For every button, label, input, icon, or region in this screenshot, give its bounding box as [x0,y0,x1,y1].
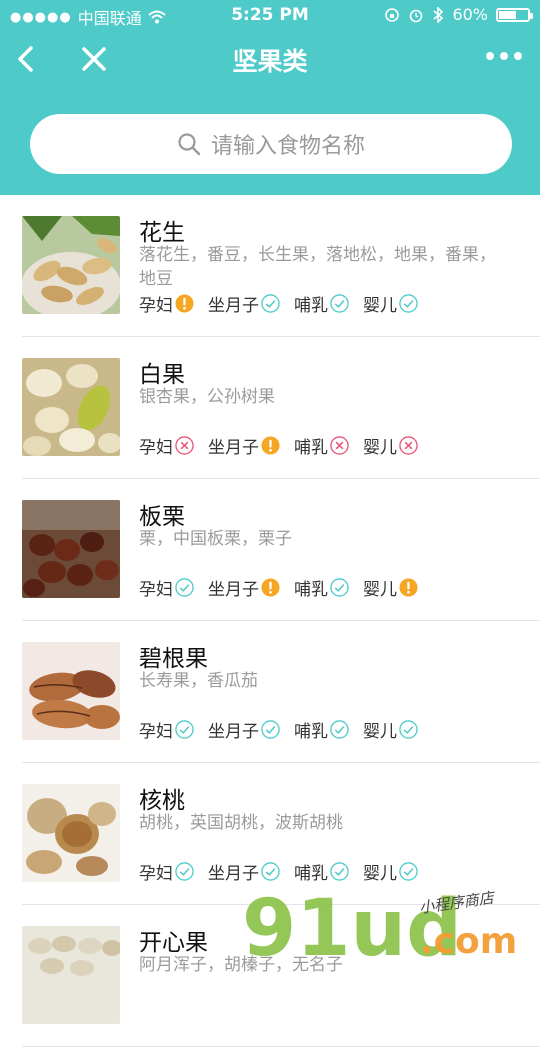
tag-infant: 婴儿 [363,291,418,316]
food-name: 花生 [139,220,185,246]
tag-pregnant: 孕妇 [139,433,194,458]
check-icon [175,578,194,597]
tag-postpartum: 坐月子 [208,859,280,884]
tag-nursing: 哺乳 [294,575,349,600]
bluetooth-icon [433,6,444,23]
tag-postpartum: 坐月子 [208,433,280,458]
suitability-tags: 孕妇 坐月子 哺乳 婴儿 [139,575,418,600]
close-icon[interactable] [80,44,108,74]
check-icon [330,862,349,881]
check-icon [330,720,349,739]
suitability-tags: 孕妇 坐月子 哺乳 婴儿 [139,859,418,884]
suitability-tags: 孕妇 坐月子 哺乳 婴儿 [139,433,418,458]
tag-infant: 婴儿 [363,575,418,600]
food-alias: 阿月浑子，胡榛子，无名子 [139,955,343,975]
caution-icon [261,578,280,597]
food-name: 核桃 [139,788,185,814]
status-bar: ●●●●● 中国联通 5:25 PM 60% [0,0,540,30]
check-icon [399,720,418,739]
chestnut-image [22,500,120,598]
food-name: 板栗 [139,504,185,530]
ginkgo-image [22,358,120,456]
food-item-pistachio[interactable]: 开心果 阿月浑子，胡榛子，无名子 [22,905,540,1047]
food-name: 开心果 [139,930,208,956]
battery-icon [496,7,533,22]
food-name: 白果 [139,362,185,388]
tag-nursing: 哺乳 [294,291,349,316]
food-item-walnut[interactable]: 核桃 胡桃，英国胡桃，波斯胡桃 孕妇 坐月子 哺乳 婴儿 [22,763,540,905]
tag-pregnant: 孕妇 [139,575,194,600]
tag-postpartum: 坐月子 [208,717,280,742]
cross-icon [175,436,194,455]
check-icon [175,720,194,739]
tag-infant: 婴儿 [363,433,418,458]
caution-icon [261,436,280,455]
food-name: 碧根果 [139,646,208,672]
food-item-chestnut[interactable]: 板栗 栗，中国板栗，栗子 孕妇 坐月子 哺乳 婴儿 [22,479,540,621]
check-icon [330,294,349,313]
suitability-tags: 孕妇 坐月子 哺乳 婴儿 [139,291,418,316]
check-icon [399,294,418,313]
battery-percent: 60% [452,5,488,24]
cross-icon [330,436,349,455]
nav-bar: 坚果类 [0,30,540,90]
caution-icon [399,578,418,597]
tag-postpartum: 坐月子 [208,291,280,316]
food-alias: 长寿果，香瓜茄 [139,671,258,691]
tag-pregnant: 孕妇 [139,717,194,742]
food-alias: 银杏果，公孙树果 [139,387,275,407]
food-item-peanut[interactable]: 花生 落花生，番豆，长生果，落地松，地果，番果，地豆 孕妇 坐月子 哺乳 婴儿 [22,195,540,337]
caution-icon [175,294,194,313]
check-icon [399,862,418,881]
check-icon [175,862,194,881]
search-input[interactable]: 请输入食物名称 [30,114,512,174]
check-icon [261,862,280,881]
cross-icon [399,436,418,455]
pistachio-image [22,926,120,1024]
alarm-icon [410,9,423,22]
more-icon[interactable] [486,52,522,60]
search-placeholder: 请输入食物名称 [210,134,365,159]
walnut-image [22,784,120,882]
tag-pregnant: 孕妇 [139,859,194,884]
peanut-image [22,216,120,314]
food-item-pecan[interactable]: 碧根果 长寿果，香瓜茄 孕妇 坐月子 哺乳 婴儿 [22,621,540,763]
food-alias: 栗，中国板栗，栗子 [139,529,292,549]
orientation-lock-icon [385,7,400,22]
tag-nursing: 哺乳 [294,717,349,742]
check-icon [330,578,349,597]
header-background: ●●●●● 中国联通 5:25 PM 60% 坚果类 请输入食物名称 [0,0,540,195]
tag-postpartum: 坐月子 [208,575,280,600]
pecan-image [22,642,120,740]
suitability-tags: 孕妇 坐月子 哺乳 婴儿 [139,717,418,742]
food-alias: 胡桃，英国胡桃，波斯胡桃 [139,813,343,833]
tag-nursing: 哺乳 [294,433,349,458]
food-item-ginkgo[interactable]: 白果 银杏果，公孙树果 孕妇 坐月子 哺乳 婴儿 [22,337,540,479]
tag-infant: 婴儿 [363,717,418,742]
food-alias: 落花生，番豆，长生果，落地松，地果，番果，地豆 [139,245,496,289]
check-icon [261,720,280,739]
tag-infant: 婴儿 [363,859,418,884]
tag-nursing: 哺乳 [294,859,349,884]
check-icon [261,294,280,313]
back-icon[interactable] [14,44,38,74]
food-list: 花生 落花生，番豆，长生果，落地松，地果，番果，地豆 孕妇 坐月子 哺乳 婴儿 … [0,195,540,1047]
search-icon [178,133,201,156]
tag-pregnant: 孕妇 [139,291,194,316]
